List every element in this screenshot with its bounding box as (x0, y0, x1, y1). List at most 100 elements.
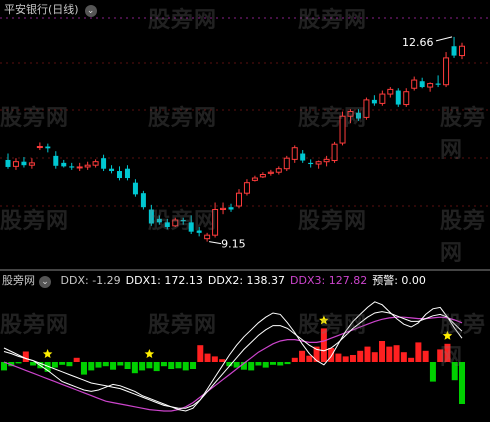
candle-body (331, 143, 338, 162)
ddx-bar (262, 362, 269, 368)
ddx2-line (3, 311, 463, 409)
candle-body (228, 207, 234, 210)
candle-body (148, 209, 154, 224)
ddx-bar (335, 353, 342, 362)
readout-label: DDX2: (207, 274, 247, 287)
readout-item: 预警: 0.00 (372, 274, 426, 287)
candle-body (188, 222, 194, 232)
readout-item: DDX: -1.29 (61, 274, 121, 287)
ddx-bar (444, 343, 451, 362)
readout-label: 预警: (372, 274, 402, 287)
chart-header: 平安银行(日线) ⌄ (2, 1, 97, 17)
candle-body (300, 153, 306, 161)
ddx-bar (124, 362, 131, 369)
ddx-bar (364, 346, 371, 362)
candle-body (45, 146, 51, 149)
low-price-label: 9.15 (221, 238, 246, 251)
candle-body (251, 177, 258, 181)
candle-body (363, 99, 370, 118)
chart-canvas: 12.66 9.15 (0, 17, 490, 412)
candle-body (275, 168, 282, 173)
ddx-bar (110, 362, 117, 370)
candle-body (243, 182, 250, 194)
readout-value: 127.82 (328, 274, 368, 287)
ddx-bar (22, 351, 29, 362)
candle-body (339, 115, 346, 144)
candle-body (69, 166, 75, 168)
ddx-bar (117, 362, 124, 366)
ddx-line-series (3, 301, 463, 412)
candle-body (164, 222, 170, 228)
candle-body (101, 158, 107, 169)
ddx-bar-series (1, 328, 465, 404)
chevron-down-icon[interactable]: ⌄ (39, 276, 51, 288)
indicator-name[interactable]: 股旁网 (2, 274, 35, 287)
candle-body (283, 157, 290, 170)
candle-body (403, 91, 410, 106)
candle-body (28, 162, 35, 166)
candle-body (427, 83, 434, 88)
alert-star (442, 330, 453, 340)
candle-body (220, 207, 227, 211)
readout-label: DDX: (60, 274, 93, 287)
ddx-bar (357, 350, 364, 362)
readout-value: -1.29 (92, 274, 121, 287)
candle-body (459, 45, 465, 57)
candle-body (180, 220, 186, 222)
candle-body (92, 161, 99, 166)
candle-body (371, 99, 377, 104)
candle-body (172, 219, 179, 227)
ddx-bar (66, 362, 73, 367)
chart-title[interactable]: 平安银行(日线) (2, 1, 81, 17)
ddx-bar (219, 359, 226, 362)
ddx-bar (400, 352, 407, 362)
ddx-bar (88, 362, 95, 371)
ddx-bar (393, 345, 400, 362)
ddx-bar (175, 362, 182, 369)
ddx1-line (3, 301, 463, 412)
candle-body (204, 234, 211, 240)
ddx-bar (131, 362, 138, 374)
high-pointer (435, 36, 453, 42)
readout-value: 172.13 (164, 274, 203, 287)
ddx-bar (386, 346, 393, 362)
alert-star (42, 349, 53, 358)
candle-body (36, 146, 43, 149)
candle-body (212, 209, 219, 236)
candle-body (132, 182, 138, 195)
candle-body (76, 166, 83, 169)
candle-body (21, 161, 27, 166)
candle-body (12, 161, 19, 167)
candle-body (323, 158, 330, 163)
candle-body (315, 161, 322, 165)
candle-body (196, 230, 202, 233)
candle-body (124, 168, 130, 179)
ddx-bar (328, 348, 335, 362)
candle-body (379, 93, 386, 104)
ddx-bar (15, 362, 22, 364)
ddx-bar (255, 362, 262, 366)
readout-value: 0.00 (401, 274, 426, 287)
ddx-bar (153, 362, 160, 372)
candle-body (308, 162, 314, 165)
alert-star (144, 349, 155, 358)
ddx-bar (197, 345, 204, 362)
candle-body (117, 171, 123, 179)
readout-item: DDX3: 127.82 (290, 274, 367, 287)
ddx-bar (146, 362, 153, 369)
chevron-down-icon[interactable]: ⌄ (84, 5, 97, 17)
ddx-bar (284, 362, 291, 365)
ddx-bar (168, 362, 175, 369)
candle-body (259, 174, 266, 178)
readout-label: DDX1: (125, 274, 165, 287)
ddx-bar (379, 341, 386, 362)
candle-body (5, 159, 11, 167)
candle-body (61, 162, 67, 167)
ddx-bar (306, 355, 313, 362)
ddx-bar (415, 342, 422, 362)
readout-value: 138.37 (246, 274, 286, 287)
alert-star (319, 315, 329, 325)
ddx-bar (408, 357, 415, 362)
candle-body (109, 168, 115, 172)
ddx-bar (73, 357, 80, 362)
